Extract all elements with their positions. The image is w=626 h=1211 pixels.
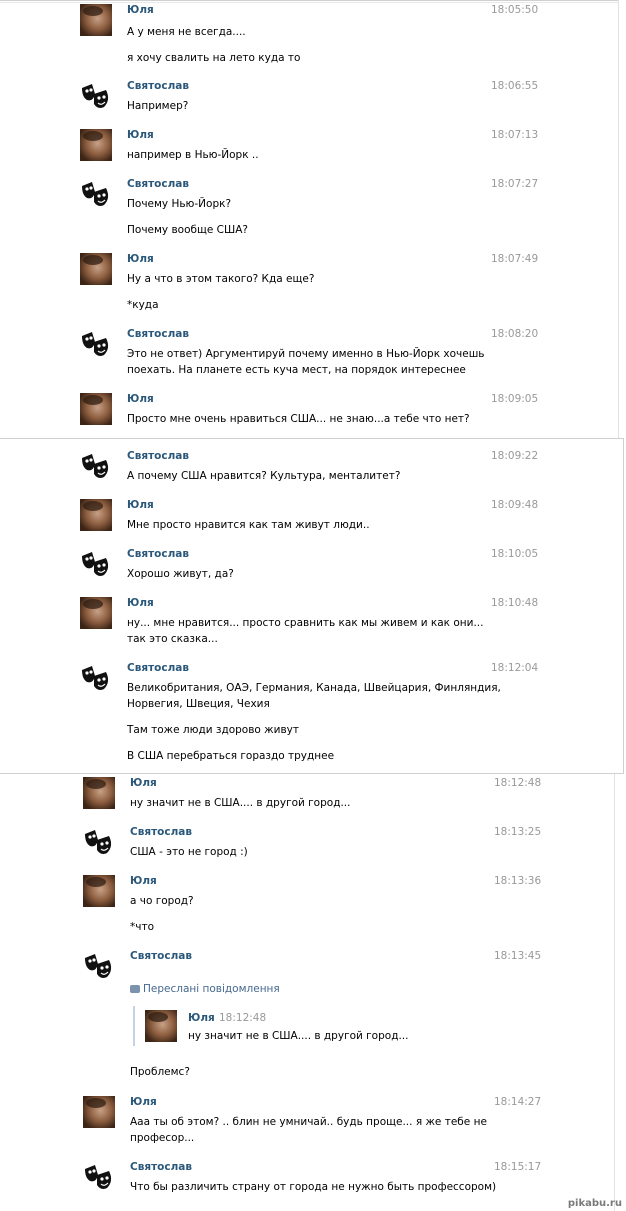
avatar[interactable] xyxy=(80,662,112,694)
message-time: 18:12:04 xyxy=(491,662,539,674)
message-text: Что бы различить страну от города не нуж… xyxy=(130,1181,497,1193)
avatar[interactable] xyxy=(80,393,112,425)
message-time: 18:07:27 xyxy=(491,178,539,190)
message-text: Ааа ты об этом? .. блин не умничай.. буд… xyxy=(130,1116,487,1128)
forwarded-text: ну значит не в США.... в другой город... xyxy=(188,1030,409,1042)
divider xyxy=(614,774,615,1211)
avatar[interactable] xyxy=(83,777,115,809)
message-text: например в Нью-Йорк .. xyxy=(127,149,259,161)
message-time: 18:13:45 xyxy=(494,950,542,962)
message-author[interactable]: Святослав xyxy=(127,328,189,340)
message-text: А почему США нравится? Культура, ментали… xyxy=(127,470,401,482)
avatar[interactable] xyxy=(83,826,115,858)
message-text: Норвегия, Швеция, Чехия xyxy=(127,698,270,710)
avatar[interactable] xyxy=(80,548,112,580)
message-author[interactable]: Святослав xyxy=(127,80,189,92)
message-time: 18:09:05 xyxy=(491,393,539,405)
message-author[interactable]: Юля xyxy=(130,875,157,887)
message-text: Ну а что в этом такого? Кда еще? xyxy=(127,273,315,285)
message-author[interactable]: Святослав xyxy=(130,1161,192,1173)
message-text: поехать. На планете есть куча мест, на п… xyxy=(127,364,466,376)
message-author[interactable]: Святослав xyxy=(127,662,189,674)
message-text: Например? xyxy=(127,100,189,112)
avatar[interactable] xyxy=(80,129,112,161)
avatar[interactable] xyxy=(83,1096,115,1128)
message-text: Там тоже люди здорово живут xyxy=(127,724,299,736)
message-time: 18:10:05 xyxy=(491,548,539,560)
message-author[interactable]: Святослав xyxy=(127,178,189,190)
message-author[interactable]: Юля xyxy=(130,777,157,789)
message-author[interactable]: Святослав xyxy=(130,950,192,962)
forwarded-author[interactable]: Юля xyxy=(188,1012,215,1024)
forwarded-label[interactable]: Переслані повідомлення xyxy=(143,983,280,995)
message-time: 18:13:36 xyxy=(494,875,542,887)
message-text: ну... мне нравится... просто сравнить ка… xyxy=(127,617,484,629)
message-time: 18:05:50 xyxy=(491,4,539,16)
message-author[interactable]: Юля xyxy=(127,129,154,141)
message-text: *что xyxy=(130,921,154,933)
message-text: В США перебраться гораздо труднее xyxy=(127,750,335,762)
message-text: Мне просто нравится как там живут люди.. xyxy=(127,519,370,531)
message-author[interactable]: Юля xyxy=(127,4,154,16)
message-text: Это не ответ) Аргументируй почему именно… xyxy=(127,348,485,360)
message-text: ну значит не в США.... в другой город... xyxy=(130,797,351,809)
message-time: 18:12:48 xyxy=(494,777,542,789)
message-time: 18:06:55 xyxy=(491,80,539,92)
message-time: 18:10:48 xyxy=(491,597,539,609)
message-text: професор... xyxy=(130,1132,195,1144)
avatar[interactable] xyxy=(83,950,115,982)
message-text: Хорошо живут, да? xyxy=(127,568,234,580)
message-author[interactable]: Юля xyxy=(127,597,154,609)
message-time: 18:15:17 xyxy=(494,1161,542,1173)
message-time: 18:13:25 xyxy=(494,826,542,838)
avatar[interactable] xyxy=(80,450,112,482)
avatar[interactable] xyxy=(83,1161,115,1193)
message-time: 18:14:27 xyxy=(494,1096,542,1108)
divider xyxy=(0,0,618,3)
message-text: Почему вообще США? xyxy=(127,224,248,236)
message-text: я хочу свалить на лето куда то xyxy=(127,52,301,64)
avatar[interactable] xyxy=(80,178,112,210)
message-text: Проблемс? xyxy=(130,1066,190,1078)
forward-icon xyxy=(130,985,140,993)
message-text: так это сказка... xyxy=(127,633,218,645)
avatar[interactable] xyxy=(80,253,112,285)
message-text: Просто мне очень нравиться США... не зна… xyxy=(127,413,470,425)
message-text: Великобритания, ОАЭ, Германия, Канада, Ш… xyxy=(127,682,501,694)
message-time: 18:09:48 xyxy=(491,499,539,511)
avatar[interactable] xyxy=(80,80,112,112)
message-author[interactable]: Юля xyxy=(130,1096,157,1108)
avatar[interactable] xyxy=(80,499,112,531)
avatar[interactable] xyxy=(80,328,112,360)
message-text: США - это не город :) xyxy=(130,846,248,858)
message-author[interactable]: Святослав xyxy=(127,450,189,462)
message-author[interactable]: Юля xyxy=(127,393,154,405)
message-text: *куда xyxy=(127,299,159,311)
watermark: pikabu.ru xyxy=(567,1198,622,1209)
message-text: Почему Нью-Йорк? xyxy=(127,198,232,210)
forwarded-time: 18:12:48 xyxy=(219,1012,267,1024)
message-author[interactable]: Святослав xyxy=(130,826,192,838)
message-author[interactable]: Святослав xyxy=(127,548,189,560)
message-author[interactable]: Юля xyxy=(127,499,154,511)
message-text: А у меня не всегда.... xyxy=(127,26,246,38)
quote-bar xyxy=(133,1006,135,1046)
avatar[interactable] xyxy=(80,597,112,629)
message-time: 18:09:22 xyxy=(491,450,539,462)
avatar[interactable] xyxy=(145,1010,177,1042)
message-author[interactable]: Юля xyxy=(127,253,154,265)
message-time: 18:07:49 xyxy=(491,253,539,265)
message-text: а чо город? xyxy=(130,895,194,907)
message-time: 18:08:20 xyxy=(491,328,539,340)
message-time: 18:07:13 xyxy=(491,129,539,141)
avatar[interactable] xyxy=(83,875,115,907)
avatar[interactable] xyxy=(80,4,112,36)
